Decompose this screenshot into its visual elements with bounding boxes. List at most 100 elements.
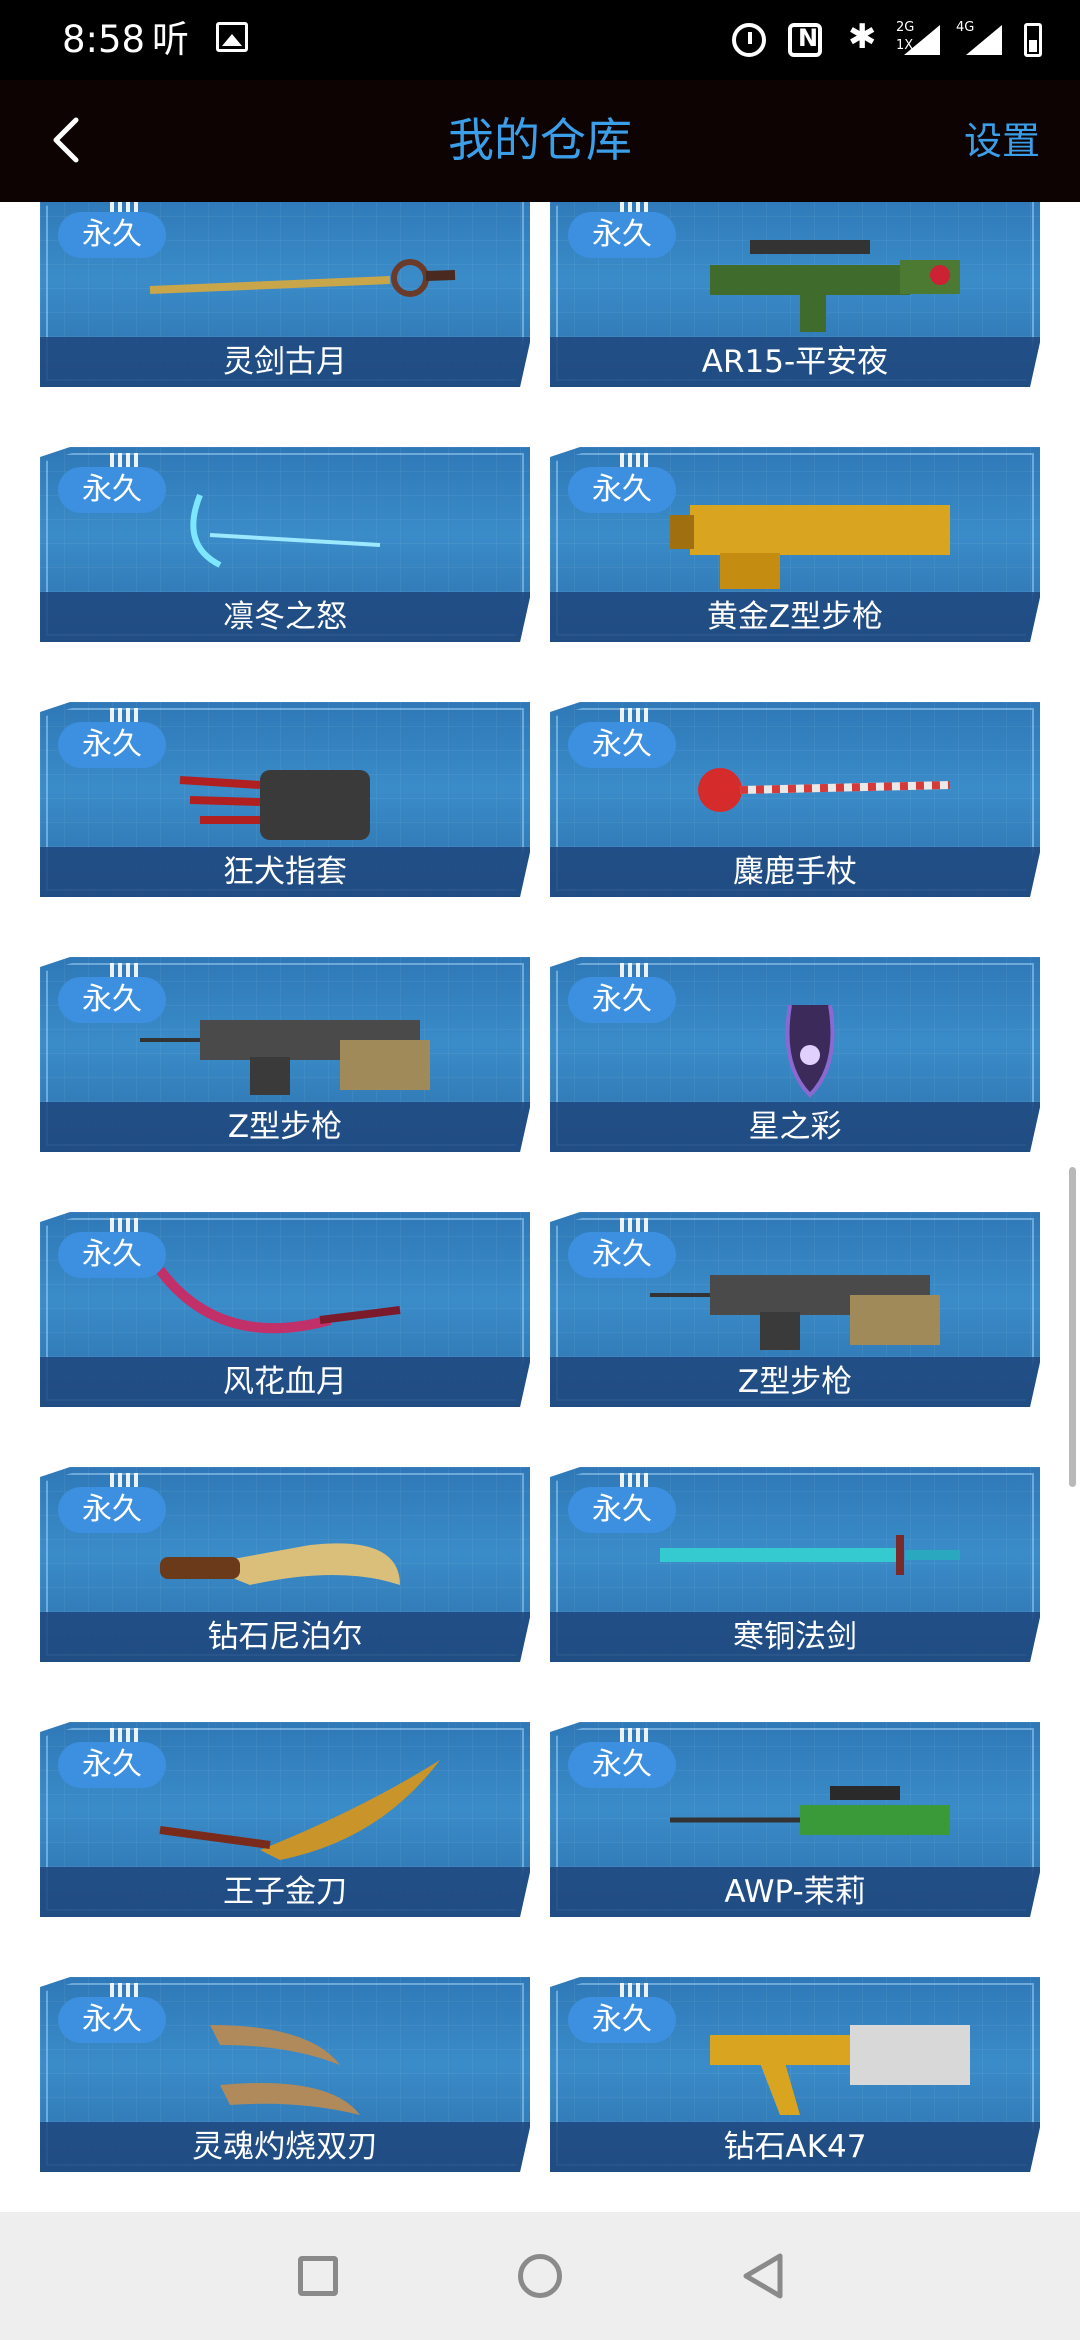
weapon-art [140, 730, 460, 850]
signal-4g-icon: 4G [956, 21, 1002, 57]
weapon-card[interactable]: 永久 凛冬之怒 [40, 447, 530, 642]
net-label-2g: 2G [896, 20, 915, 35]
system-nav-bar [0, 2212, 1080, 2340]
nfc-icon [788, 23, 822, 57]
duration-badge: 永久 [58, 1742, 166, 1788]
duration-badge: 永久 [568, 1997, 676, 2043]
weapon-art [650, 1495, 970, 1615]
home-button[interactable] [518, 2254, 562, 2298]
weapon-name: 麋鹿手杖 [733, 854, 857, 890]
weapon-name: 黄金Z型步枪 [706, 599, 884, 635]
weapon-card[interactable]: 永久 Z型步枪 [550, 1212, 1040, 1407]
duration-badge: 永久 [568, 1487, 676, 1533]
scrollbar-thumb[interactable] [1069, 1167, 1076, 1487]
duration-badge: 永久 [58, 212, 166, 258]
weapon-name: AWP-茉莉 [724, 1874, 866, 1910]
weapon-art [140, 1495, 460, 1615]
duration-badge: 永久 [58, 977, 166, 1023]
weapon-image [660, 1535, 960, 1575]
weapon-art [650, 1240, 970, 1360]
settings-button[interactable]: 设置 [964, 116, 1040, 166]
weapon-image [210, 2025, 360, 2115]
status-icons: 2G 1X 4G [732, 16, 1042, 64]
weapon-name: Z型步枪 [227, 1109, 343, 1145]
weapon-image [190, 493, 381, 568]
weapon-art [140, 475, 460, 595]
weapon-card[interactable]: 永久狂犬指套 [40, 702, 530, 897]
weapon-image [156, 1266, 401, 1334]
weapon-art [140, 985, 460, 1105]
duration-badge: 永久 [568, 722, 676, 768]
weapon-name: 王子金刀 [223, 1874, 347, 1910]
duration-badge: 永久 [568, 212, 676, 258]
duration-badge: 永久 [568, 977, 676, 1023]
nav-back-button[interactable] [740, 2252, 786, 2300]
weapon-name: 寒铜法剑 [733, 1619, 857, 1655]
duration-badge: 永久 [58, 722, 166, 768]
weapon-image [159, 1760, 440, 1860]
weapon-name: 钻石AK47 [723, 2129, 867, 2165]
weapon-card[interactable]: 永久 AR15-平安夜 [550, 202, 1040, 387]
weapon-name: 凛冬之怒 [223, 599, 347, 635]
duration-badge: 永久 [568, 1232, 676, 1278]
weapon-card[interactable]: 永久灵魂灼烧双刃 [40, 1977, 530, 2172]
duration-badge: 永久 [568, 1742, 676, 1788]
weapon-name: 狂犬指套 [223, 854, 347, 890]
weapon-card[interactable]: 永久钻石尼泊尔 [40, 1467, 530, 1662]
weapon-art [140, 1240, 460, 1360]
weapon-card[interactable]: 永久 AWP-茉莉 [550, 1722, 1040, 1917]
weapon-image [710, 2025, 970, 2115]
weapon-image [160, 1543, 400, 1585]
weapon-name: 钻石尼泊尔 [207, 1619, 363, 1655]
weapon-image [670, 1786, 950, 1835]
alarm-icon [732, 23, 766, 57]
weapon-name: 星之彩 [748, 1109, 842, 1145]
weapon-image [179, 770, 370, 840]
inventory-scroll-area[interactable]: 永久 灵剑古月 永久 AR15-平安夜 永久 凛冬之怒 永久 黄金Z型步枪 永久 狂犬指套 永久 麋鹿… [0, 202, 1080, 2212]
listen-app-indicator: 听 [152, 18, 189, 61]
duration-badge: 永久 [58, 1997, 166, 2043]
signal-2g-icon: 2G 1X [896, 21, 940, 57]
weapon-card[interactable]: 永久黄金Z型步枪 [550, 447, 1040, 642]
page-title: 我的仓库 [448, 113, 632, 167]
weapon-card[interactable]: 永久灵剑古月 [40, 202, 530, 387]
weapon-card[interactable]: 永久风花血月 [40, 1212, 530, 1407]
weapon-art [650, 220, 970, 340]
net-label-4g: 4G [956, 20, 975, 35]
weapon-card[interactable]: 永久麋鹿手杖 [550, 702, 1040, 897]
duration-badge: 永久 [568, 467, 676, 513]
weapon-image [650, 1275, 940, 1350]
weapon-card[interactable]: 永久寒铜法剑 [550, 1467, 1040, 1662]
weapon-name: 风花血月 [223, 1364, 347, 1400]
weapon-image [785, 1004, 835, 1098]
weapon-name: 灵剑古月 [223, 344, 347, 380]
weapon-art [140, 220, 460, 340]
weapon-image [149, 259, 456, 297]
weapon-name: AR15-平安夜 [701, 344, 889, 380]
weapon-image [710, 240, 960, 332]
weapon-art [650, 730, 970, 850]
weapon-card[interactable]: 永久星之彩 [550, 957, 1040, 1152]
weapon-image [698, 768, 951, 812]
weapon-card[interactable]: 永久王子金刀 [40, 1722, 530, 1917]
weapon-image [140, 1020, 430, 1095]
weapon-card[interactable]: 永久 Z型步枪 [40, 957, 530, 1152]
status-bar: 8:58 听 2G 1X 4G [0, 0, 1080, 80]
recent-apps-button[interactable] [298, 2256, 338, 2296]
weapon-name: 灵魂灼烧双刃 [192, 2129, 378, 2165]
weapon-art [650, 2005, 970, 2125]
duration-badge: 永久 [58, 1232, 166, 1278]
weapon-art [650, 475, 970, 595]
status-time: 8:58 [62, 18, 146, 61]
duration-badge: 永久 [58, 1487, 166, 1533]
image-notification-icon [216, 22, 248, 52]
weapon-card[interactable]: 永久钻石AK47 [550, 1977, 1040, 2172]
weapon-art [650, 985, 970, 1105]
app-header: 我的仓库 设置 [0, 80, 1080, 202]
weapon-name: Z型步枪 [737, 1364, 853, 1400]
weapon-art [650, 1750, 970, 1870]
bluetooth-icon [844, 17, 878, 57]
battery-icon [1024, 23, 1042, 57]
weapon-image [670, 505, 950, 589]
weapon-art [140, 2005, 460, 2125]
